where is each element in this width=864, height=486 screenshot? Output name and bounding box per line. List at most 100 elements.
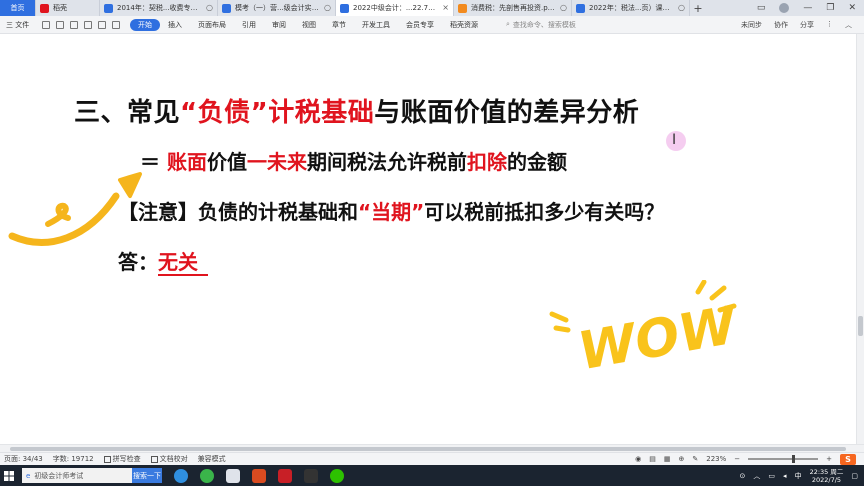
tab-label: 消费税：先剖售再投资.pptx	[471, 4, 555, 12]
horizontal-scrollbar[interactable]	[0, 444, 864, 452]
tab-home[interactable]: 首页	[0, 0, 36, 16]
menu-insert[interactable]: 插入	[160, 19, 190, 31]
input-method-icon[interactable]: 中	[795, 471, 802, 481]
notification-icon[interactable]: ▢	[851, 472, 858, 480]
menu-view[interactable]: 视图	[294, 19, 324, 31]
redo-icon[interactable]	[112, 20, 120, 29]
undo-icon[interactable]	[98, 20, 106, 29]
formula-amount: 的金额	[506, 150, 567, 174]
windows-start-icon[interactable]	[0, 465, 18, 486]
layout-icon[interactable]: ▭	[757, 3, 766, 13]
close-icon[interactable]: ×	[442, 3, 449, 12]
proofread-label: 文档校对	[159, 455, 188, 463]
zoom-level[interactable]: 223%	[706, 455, 726, 463]
tray-app-icon[interactable]: ⊙	[740, 472, 746, 480]
share-button[interactable]: 分享	[800, 20, 814, 30]
menu-resources[interactable]: 稻壳资源	[442, 19, 486, 31]
scroll-thumb[interactable]	[10, 447, 846, 451]
word-count[interactable]: 字数: 19712	[53, 454, 94, 464]
more-icon[interactable]: ⋮	[826, 20, 833, 30]
wechat-icon[interactable]	[330, 468, 344, 483]
taskbar-apps	[174, 468, 344, 483]
sogou-ime-icon[interactable]: S	[840, 453, 856, 465]
new-tab-plus-icon[interactable]: +	[690, 0, 706, 16]
close-icon[interactable]: ○	[206, 3, 213, 12]
proofread-toggle[interactable]: 文档校对	[150, 454, 188, 464]
tab-document[interactable]: 2022年：税法...页）课堂6.13 ○	[572, 0, 690, 16]
menu-member[interactable]: 会员专享	[398, 19, 442, 31]
formula-line: ＝ 账面价值一未来期间税法允许税前扣除的金额	[140, 146, 567, 175]
file-menu[interactable]: 三 文件	[0, 20, 36, 30]
maximize-icon[interactable]: ❐	[826, 3, 834, 13]
menu-references[interactable]: 引用	[234, 19, 264, 31]
page-view-icon[interactable]: ▤	[649, 455, 656, 463]
menu-label: 会员专享	[406, 20, 434, 29]
chevron-up-icon[interactable]: ︿	[845, 20, 852, 30]
menu-developer[interactable]: 开发工具	[354, 19, 398, 31]
menu-review[interactable]: 审阅	[264, 19, 294, 31]
close-icon[interactable]: ○	[678, 3, 685, 12]
spell-check-toggle[interactable]: 拼写检查	[103, 454, 141, 464]
pen-icon[interactable]: ✎	[692, 455, 698, 463]
eye-icon[interactable]: ◉	[635, 455, 641, 463]
preview-icon[interactable]	[84, 20, 92, 29]
formula-text: 期间税法允许税前	[306, 150, 467, 174]
taskbar-search-button[interactable]: 搜索一下	[132, 468, 162, 483]
zoom-out-icon[interactable]: −	[734, 455, 740, 463]
app-red-icon[interactable]	[252, 468, 266, 483]
tab-daoke[interactable]: 稻壳	[36, 0, 100, 16]
sync-status[interactable]: 未同步	[741, 20, 762, 30]
app-green-icon[interactable]	[200, 468, 214, 483]
tab-document[interactable]: 模考（一）营...级会计实务2 ○	[218, 0, 336, 16]
formula-future: 一未来	[246, 150, 307, 174]
zoom-in-icon[interactable]: +	[826, 455, 832, 463]
spell-check-label: 拼写检查	[112, 455, 141, 463]
volume-icon[interactable]: ◂	[783, 472, 787, 480]
menu-bar: 三 文件 开始 插入 页面布局 引用 审阅 视图 章节 开发工具 会员专享 稻壳…	[0, 16, 864, 34]
tab-label: 模考（一）营...级会计实务2	[235, 4, 319, 12]
calculator-icon[interactable]	[226, 468, 240, 483]
menu-label: 引用	[242, 20, 256, 29]
folder-icon[interactable]	[56, 20, 64, 29]
close-window-icon[interactable]: ✕	[848, 3, 856, 13]
right-tools: 未同步 协作 分享 ⋮ ︿	[741, 20, 864, 30]
clock[interactable]: 22:35 周二 2022/7/5	[810, 468, 844, 484]
print-icon[interactable]	[70, 20, 78, 29]
windows-taskbar: e 初级会计师考试 搜索一下 ⊙ ︿ ▭ ◂ 中 22:35 周二 2022/7…	[0, 465, 864, 486]
browser-icon[interactable]	[174, 468, 188, 483]
globe-icon[interactable]: ⊕	[678, 455, 684, 463]
windows-logo-icon	[4, 470, 14, 481]
edge-icon: e	[26, 471, 31, 480]
scroll-thumb[interactable]	[858, 316, 863, 336]
note-line: 【注意】负债的计税基础和“当期”可以税前抵扣多少有关吗？	[118, 196, 664, 225]
checkbox-icon	[150, 455, 158, 463]
app-window: 首页 稻壳 2014年：契税...收费专项1-41 ○ 模考（一）营...级会计…	[0, 0, 864, 486]
menu-home[interactable]: 开始	[130, 18, 160, 31]
close-icon[interactable]: ○	[560, 3, 567, 12]
menu-label: 稻壳资源	[450, 20, 478, 29]
page-indicator[interactable]: 页面: 34/43	[4, 454, 43, 464]
avatar[interactable]	[779, 3, 790, 13]
menu-label: 视图	[302, 20, 316, 29]
web-view-icon[interactable]: ▦	[664, 455, 671, 463]
vertical-scrollbar[interactable]	[856, 34, 864, 444]
network-icon[interactable]: ▭	[768, 472, 775, 480]
zoom-slider[interactable]	[748, 455, 819, 463]
heading-part: 与账面价值的差异分析	[374, 98, 640, 128]
search-placeholder: 查找命令、搜索模板	[512, 20, 576, 29]
taskbar-search-input[interactable]: e 初级会计师考试	[22, 468, 132, 483]
tab-presentation[interactable]: 消费税：先剖售再投资.pptx ○	[454, 0, 572, 16]
tab-document[interactable]: 2014年：契税...收费专项1-41 ○	[100, 0, 218, 16]
menu-section[interactable]: 章节	[324, 19, 354, 31]
command-search[interactable]: ⌕ 查找命令、搜索模板	[506, 20, 626, 30]
tab-document-active[interactable]: 2022中级会计：...22.7.1 网课 ×	[336, 0, 454, 16]
collaborate-button[interactable]: 协作	[774, 20, 788, 30]
save-icon[interactable]	[42, 20, 50, 29]
capcut-icon[interactable]	[304, 468, 318, 483]
chevron-up-icon[interactable]: ︿	[753, 471, 760, 481]
menu-label: 开始	[138, 20, 152, 29]
wps-icon[interactable]	[278, 468, 292, 483]
minimize-icon[interactable]: —	[803, 3, 812, 13]
close-icon[interactable]: ○	[324, 3, 331, 12]
menu-page-layout[interactable]: 页面布局	[190, 19, 234, 31]
